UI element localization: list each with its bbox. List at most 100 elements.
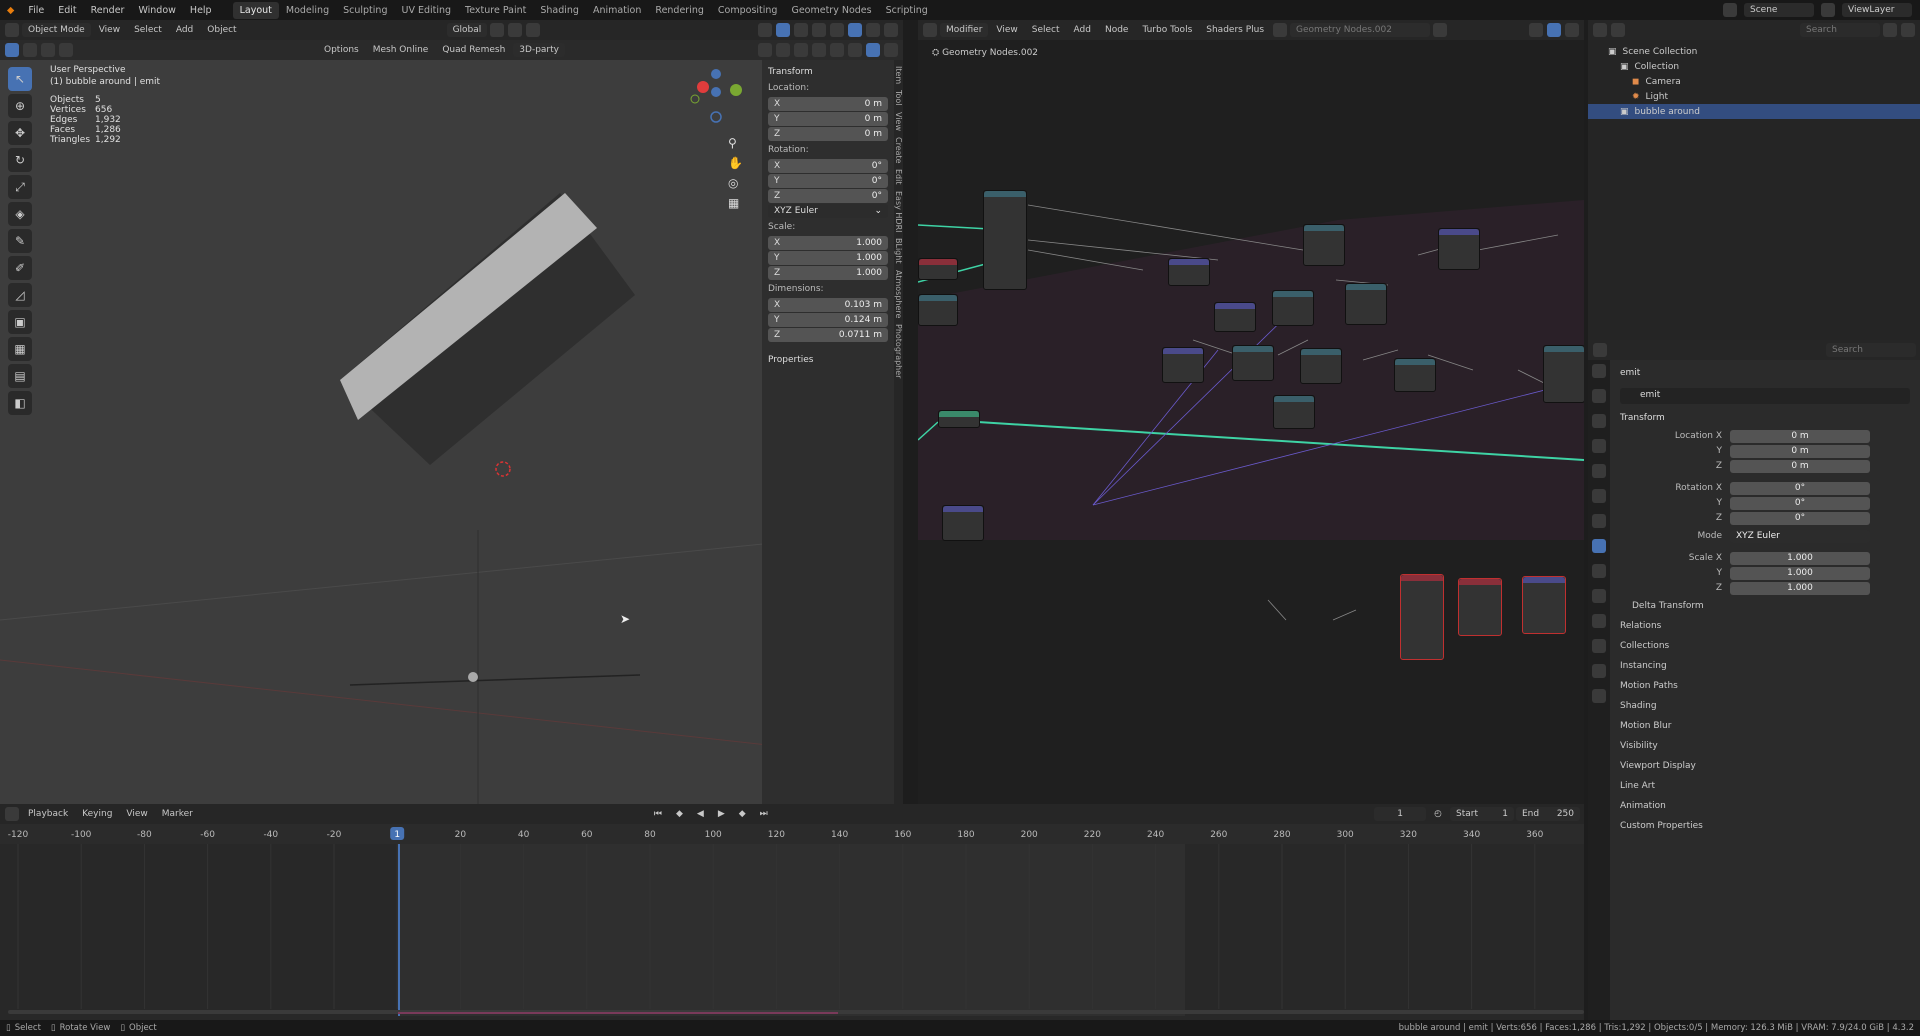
mode-dropdown[interactable]: Object Mode — [22, 23, 91, 37]
gizmo-toggle-icon[interactable] — [776, 23, 790, 37]
collections-panel[interactable]: Collections — [1588, 636, 1920, 656]
extra-tool-icon[interactable]: ▤ — [8, 364, 32, 388]
scale-x-field[interactable]: 1.000 — [1730, 551, 1870, 565]
object-name-field[interactable]: emit — [1620, 388, 1910, 404]
workspace-tab-animation[interactable]: Animation — [586, 2, 648, 19]
addon-tool-icon[interactable] — [776, 43, 790, 57]
node-editor-canvas[interactable]: ⛭ Geometry Nodes.002 — [918, 40, 1584, 804]
menu-edit[interactable]: Edit — [51, 5, 83, 16]
node-item[interactable] — [918, 294, 958, 326]
location-x-field[interactable]: 0 m — [1730, 429, 1870, 443]
playhead-line[interactable] — [398, 844, 400, 1016]
rotation-z-field[interactable]: 0° — [1730, 511, 1870, 525]
end-frame-field[interactable]: End 250 — [1516, 807, 1580, 821]
outliner-row[interactable]: ▣ Scene Collection — [1588, 44, 1920, 59]
snap-icon[interactable] — [508, 23, 523, 37]
workspace-tab-scripting[interactable]: Scripting — [879, 2, 935, 19]
node-item[interactable] — [1162, 347, 1204, 383]
render-tab-icon[interactable] — [1592, 389, 1606, 403]
extra-tool-icon[interactable]: ◧ — [8, 391, 32, 415]
xray-icon[interactable] — [812, 23, 826, 37]
dimensions-z-field[interactable]: Z 0.0711 m — [768, 328, 888, 342]
select-box-icon[interactable] — [5, 43, 19, 57]
pan-hand-icon[interactable]: ✋ — [728, 156, 743, 170]
data-tab-icon[interactable] — [1592, 664, 1606, 678]
rotation-mode-dropdown[interactable]: XYZ Euler — [1730, 529, 1870, 543]
transform-panel-header[interactable]: Transform — [1588, 408, 1920, 428]
npanel-tab-blight[interactable]: BLight — [894, 238, 903, 263]
modifier-tab-icon[interactable] — [1592, 564, 1606, 578]
transform-tool-icon[interactable]: ◈ — [8, 202, 32, 226]
options-dropdown[interactable]: Options — [318, 43, 365, 57]
npanel-tab-atmosphere[interactable]: Atmosphere — [894, 270, 903, 318]
npanel-transform-header[interactable]: Transform — [762, 64, 894, 80]
outliner-row-selected[interactable]: ▣ bubble around — [1588, 104, 1920, 119]
outliner-row[interactable]: ✹ Light — [1588, 89, 1920, 104]
node-menu-select[interactable]: Select — [1026, 23, 1066, 37]
outliner-row[interactable]: ◼ Camera — [1588, 74, 1920, 89]
editor-type-icon[interactable] — [1593, 343, 1607, 357]
location-x-field[interactable]: X0 m — [768, 97, 888, 111]
addon-tool-icon[interactable] — [794, 43, 808, 57]
node-item[interactable] — [1303, 224, 1345, 266]
motion-paths-panel[interactable]: Motion Paths — [1588, 676, 1920, 696]
next-key-icon[interactable]: ◆ — [733, 807, 752, 821]
relations-panel[interactable]: Relations — [1588, 616, 1920, 636]
shading-wireframe-icon[interactable] — [830, 23, 844, 37]
viewport-menu-select[interactable]: Select — [128, 23, 168, 37]
dimensions-x-field[interactable]: X 0.103 m — [768, 298, 888, 312]
move-tool-icon[interactable]: ✥ — [8, 121, 32, 145]
npanel-tab-create[interactable]: Create — [894, 137, 903, 164]
shading-panel[interactable]: Shading — [1588, 696, 1920, 716]
rotation-z-field[interactable]: Z 0° — [768, 189, 888, 203]
delta-transform-subpanel[interactable]: Delta Transform — [1588, 596, 1920, 616]
node-item[interactable] — [1543, 345, 1584, 403]
view-layer-selector[interactable]: ViewLayer — [1842, 3, 1912, 17]
add-mesh-tool-icon[interactable]: ▦ — [8, 337, 32, 361]
node-item[interactable] — [1214, 302, 1256, 332]
editor-type-icon[interactable] — [1593, 23, 1607, 37]
world-tab-icon[interactable] — [1592, 489, 1606, 503]
measure-tool-icon[interactable]: ◿ — [8, 283, 32, 307]
view-layer-tab-icon[interactable] — [1592, 439, 1606, 453]
motion-blur-panel[interactable]: Motion Blur — [1588, 716, 1920, 736]
timeline-menu-marker[interactable]: Marker — [156, 807, 199, 821]
custom-properties-panel[interactable]: Custom Properties — [1588, 816, 1920, 836]
addon-quad-remesh[interactable]: Quad Remesh — [436, 43, 511, 57]
node-item[interactable] — [1438, 228, 1480, 270]
shading-rendered-icon[interactable] — [884, 23, 898, 37]
scene-tab-icon[interactable] — [1592, 464, 1606, 478]
workspace-tab-uv-editing[interactable]: UV Editing — [394, 2, 458, 19]
filter-icon[interactable] — [1565, 23, 1579, 37]
editor-type-icon[interactable] — [5, 23, 19, 37]
node-tree-selector[interactable]: Geometry Nodes.002 — [1290, 23, 1431, 37]
menu-window[interactable]: Window — [131, 5, 182, 16]
location-z-field[interactable]: Z0 m — [768, 127, 888, 141]
scale-z-field[interactable]: 1.000 — [1730, 581, 1870, 595]
node-item[interactable] — [1168, 258, 1210, 286]
add-cube-tool-icon[interactable]: ▣ — [8, 310, 32, 334]
node-editor-type-dropdown[interactable]: Modifier — [940, 23, 989, 37]
node-item[interactable] — [942, 505, 984, 541]
npanel-tab-easy-hdri[interactable]: Easy HDRI — [894, 191, 903, 233]
menu-render[interactable]: Render — [84, 5, 132, 16]
cursor-tool-icon[interactable]: ⊕ — [8, 94, 32, 118]
particles-tab-icon[interactable] — [1592, 589, 1606, 603]
snap-icon[interactable] — [1529, 23, 1543, 37]
pivot-icon[interactable] — [490, 23, 505, 37]
workspace-tab-shading[interactable]: Shading — [533, 2, 586, 19]
menu-file[interactable]: File — [21, 5, 51, 16]
npanel-tab-edit[interactable]: Edit — [894, 169, 903, 185]
play-icon[interactable]: ▶ — [712, 807, 731, 821]
scale-y-field[interactable]: 1.000 — [1730, 566, 1870, 580]
select-invert-icon[interactable] — [59, 43, 73, 57]
addon-tool-icon[interactable] — [884, 43, 898, 57]
node-item[interactable] — [1273, 395, 1315, 429]
shading-solid-icon[interactable] — [848, 23, 862, 37]
dimensions-y-field[interactable]: Y 0.124 m — [768, 313, 888, 327]
workspace-tab-layout[interactable]: Layout — [232, 1, 279, 19]
new-collection-icon[interactable] — [1901, 23, 1915, 37]
node-menu-turbo-tools[interactable]: Turbo Tools — [1136, 23, 1198, 37]
node-menu-add[interactable]: Add — [1068, 23, 1097, 37]
addon-tool-icon[interactable] — [848, 43, 862, 57]
